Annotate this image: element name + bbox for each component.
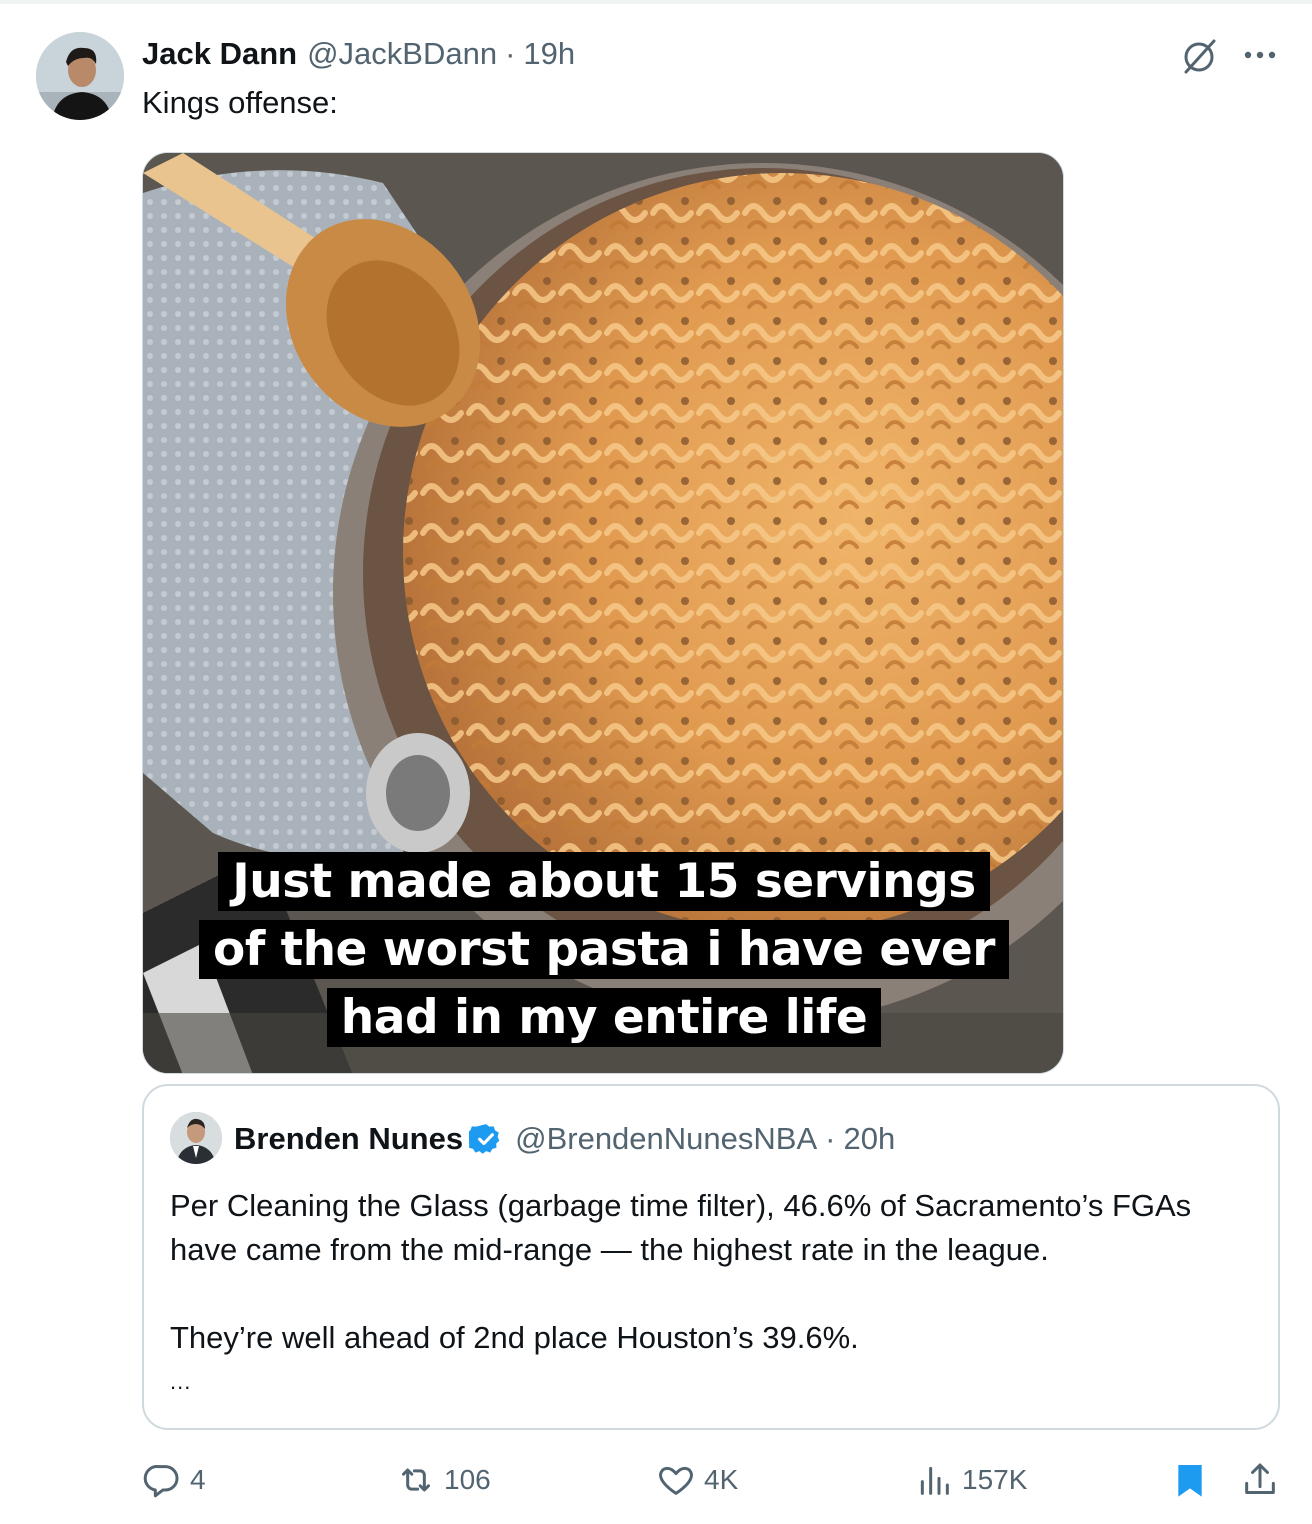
author-handle[interactable]: @JackBDann: [307, 36, 497, 72]
caption-text-3: had in my entire life: [326, 988, 882, 1047]
repost-icon: [402, 1468, 430, 1492]
media-caption-line-1: Just made about 15 servings: [143, 849, 1063, 915]
caption-text-1: Just made about 15 servings: [218, 852, 990, 911]
heart-icon: [659, 1466, 693, 1495]
media-caption-line-3: had in my entire life: [143, 985, 1063, 1051]
quoted-paragraph-2: They’re well ahead of 2nd place Houston’…: [170, 1320, 859, 1355]
quoted-author-avatar[interactable]: [170, 1112, 222, 1164]
quoted-author-handle: @BrendenNunesNBA: [515, 1121, 818, 1156]
tweet-header: Jack Dann @JackBDann · 19h: [142, 32, 575, 76]
verified-badge-icon: [469, 1124, 500, 1154]
quoted-text: Per Cleaning the Glass (garbage time fil…: [170, 1184, 1260, 1404]
share-button[interactable]: [1240, 1458, 1288, 1502]
views-button[interactable]: 157K: [914, 1458, 1027, 1502]
tweet-text: Kings offense:: [142, 85, 338, 120]
author-avatar[interactable]: [36, 32, 124, 120]
quoted-author-name: Brenden Nunes: [234, 1121, 464, 1156]
tweet-time[interactable]: 19h: [523, 36, 575, 72]
repost-button[interactable]: 106: [396, 1458, 491, 1502]
quoted-separator: ·: [825, 1121, 836, 1156]
more-icon[interactable]: [1240, 40, 1280, 70]
like-count: 4K: [704, 1464, 739, 1495]
caption-text-2: of the worst pasta i have ever: [199, 920, 1009, 979]
views-icon: [920, 1466, 949, 1495]
tweet[interactable]: Jack Dann @JackBDann · 19h Kings offense…: [0, 0, 1312, 1524]
media-caption-line-2: of the worst pasta i have ever: [143, 917, 1063, 983]
header-separator: ·: [505, 36, 516, 71]
repost-count: 106: [444, 1464, 491, 1495]
reply-icon: [143, 1465, 179, 1498]
views-count: 157K: [962, 1464, 1028, 1495]
action-bar: 4 106 4K 157K: [0, 1452, 1312, 1508]
share-icon: [1245, 1463, 1275, 1494]
bookmark-button[interactable]: [1170, 1458, 1218, 1502]
tweet-media-image[interactable]: Just made about 15 servings of the worst…: [142, 152, 1064, 1074]
author-name[interactable]: Jack Dann: [142, 36, 297, 72]
reply-count: 4: [190, 1464, 206, 1495]
quoted-header: Brenden Nunes @BrendenNunesNBA · 20h: [234, 1118, 895, 1160]
quoted-paragraph-1: Per Cleaning the Glass (garbage time fil…: [170, 1188, 1192, 1267]
bookmark-icon: [1178, 1465, 1202, 1497]
like-button[interactable]: 4K: [656, 1458, 738, 1502]
reply-button[interactable]: 4: [142, 1458, 206, 1502]
quoted-show-more[interactable]: ...: [170, 1360, 1260, 1404]
quoted-time: 20h: [843, 1121, 896, 1156]
quoted-tweet[interactable]: Brenden Nunes @BrendenNunesNBA · 20h Per…: [142, 1084, 1280, 1430]
grok-icon[interactable]: [1180, 36, 1220, 76]
